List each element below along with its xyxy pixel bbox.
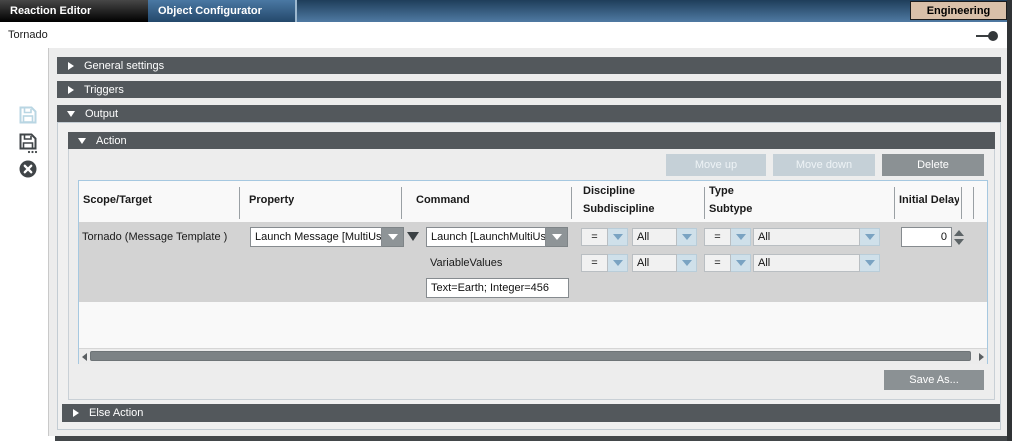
expand-arrow-icon [73, 409, 79, 417]
type-operator-select[interactable]: = [704, 228, 751, 246]
chevron-down-icon[interactable] [608, 254, 628, 272]
chevron-down-icon[interactable] [608, 228, 628, 246]
subdiscipline-select[interactable]: All [632, 254, 697, 272]
scroll-right-icon[interactable] [979, 353, 984, 361]
section-else-action-label: Else Action [89, 407, 143, 419]
section-general-settings-label: General settings [84, 60, 164, 72]
top-bar: Reaction Editor Object Configurator Engi… [0, 0, 1012, 22]
type-select[interactable]: All [753, 228, 880, 246]
discipline-select[interactable]: All [632, 228, 697, 246]
subtype-operator-value: = [704, 254, 731, 272]
section-output-label: Output [85, 108, 118, 120]
command-expander-icon[interactable] [407, 232, 419, 241]
expand-arrow-icon [68, 86, 74, 94]
save-as-button-label: Save As... [909, 374, 959, 386]
col-header-subdiscipline: Subdiscipline [583, 203, 655, 215]
column-separator[interactable] [961, 187, 962, 219]
col-header-subtype: Subtype [709, 203, 752, 215]
scrollbar-thumb[interactable] [90, 351, 971, 361]
subtype-operator-select[interactable]: = [704, 254, 751, 272]
tab-object-configurator-label: Object Configurator [158, 5, 262, 17]
col-header-discipline: Discipline [583, 185, 635, 197]
subdiscipline-operator-select[interactable]: = [581, 254, 628, 272]
section-triggers[interactable]: Triggers [57, 81, 1001, 98]
chevron-down-icon[interactable] [731, 228, 751, 246]
scroll-left-icon[interactable] [82, 353, 87, 361]
subtype-value: All [753, 254, 860, 272]
column-separator[interactable] [571, 187, 572, 219]
col-header-command: Command [416, 194, 470, 206]
discipline-operator-select[interactable]: = [581, 228, 628, 246]
engineering-mode-badge: Engineering [910, 1, 1007, 20]
column-separator[interactable] [401, 187, 402, 219]
collapse-arrow-icon [67, 111, 75, 117]
left-toolbar [0, 48, 49, 436]
chevron-down-icon[interactable] [677, 254, 697, 272]
window-right-border [1007, 0, 1012, 441]
variable-values-input[interactable] [426, 278, 569, 298]
tab-reaction-editor[interactable]: Reaction Editor [0, 0, 148, 22]
section-action-label: Action [96, 135, 127, 147]
column-separator[interactable] [894, 187, 895, 219]
chevron-down-icon[interactable] [546, 227, 568, 247]
delete-button-label: Delete [917, 159, 949, 171]
delete-button[interactable]: Delete [882, 154, 984, 176]
col-header-scope-target: Scope/Target [83, 194, 152, 206]
pin-icon[interactable] [976, 31, 1002, 41]
bottom-divider [55, 436, 1007, 441]
type-operator-value: = [704, 228, 731, 246]
command-select-value: Launch [LaunchMultiUse [426, 227, 546, 247]
subdiscipline-value: All [632, 254, 677, 272]
section-output[interactable]: Output [57, 105, 1001, 122]
subdiscipline-operator-value: = [581, 254, 608, 272]
move-up-button[interactable]: Move up [666, 154, 766, 176]
variable-values-label: VariableValues [430, 257, 502, 269]
chevron-down-icon[interactable] [731, 254, 751, 272]
move-down-button-label: Move down [796, 159, 852, 171]
save-as-icon[interactable] [18, 132, 38, 159]
column-separator[interactable] [973, 187, 974, 219]
property-select[interactable]: Launch Message [MultiUse [250, 227, 404, 247]
command-select[interactable]: Launch [LaunchMultiUse [426, 227, 568, 247]
col-header-initial-delay: Initial Delay [899, 194, 959, 206]
object-title-row: Tornado [0, 22, 1007, 48]
initial-delay-spinner[interactable] [953, 227, 965, 247]
reaction-editor-window: Reaction Editor Object Configurator Engi… [0, 0, 1012, 441]
action-table: Scope/Target Property Command Discipline… [78, 180, 988, 364]
move-down-button[interactable]: Move down [773, 154, 875, 176]
cancel-icon[interactable] [18, 159, 38, 184]
pin-dot [988, 31, 998, 41]
subtype-select[interactable]: All [753, 254, 880, 272]
object-name: Tornado [8, 29, 48, 41]
section-else-action[interactable]: Else Action [62, 404, 1000, 422]
chevron-down-icon[interactable] [382, 227, 404, 247]
spinner-up-icon[interactable] [954, 230, 964, 236]
chevron-down-icon[interactable] [860, 228, 880, 246]
col-header-type: Type [709, 185, 734, 197]
tab-reaction-editor-label: Reaction Editor [10, 5, 91, 17]
save-as-button[interactable]: Save As... [884, 370, 984, 390]
column-separator[interactable] [239, 187, 240, 219]
col-header-property: Property [249, 194, 294, 206]
scope-target-value: Tornado (Message Template ) [82, 231, 227, 243]
type-value: All [753, 228, 860, 246]
chevron-down-icon[interactable] [860, 254, 880, 272]
column-separator[interactable] [704, 187, 705, 219]
spinner-down-icon[interactable] [954, 239, 964, 245]
expand-arrow-icon [68, 62, 74, 70]
property-select-value: Launch Message [MultiUse [250, 227, 382, 247]
discipline-operator-value: = [581, 228, 608, 246]
chevron-down-icon[interactable] [677, 228, 697, 246]
collapse-arrow-icon [78, 138, 86, 144]
horizontal-scrollbar[interactable] [79, 348, 987, 364]
section-action[interactable]: Action [68, 132, 995, 149]
save-icon[interactable] [18, 105, 38, 130]
section-triggers-label: Triggers [84, 84, 124, 96]
discipline-value: All [632, 228, 677, 246]
section-general-settings[interactable]: General settings [57, 57, 1001, 74]
tab-object-configurator[interactable]: Object Configurator [148, 0, 297, 22]
initial-delay-input[interactable] [901, 227, 952, 247]
move-up-button-label: Move up [695, 159, 737, 171]
